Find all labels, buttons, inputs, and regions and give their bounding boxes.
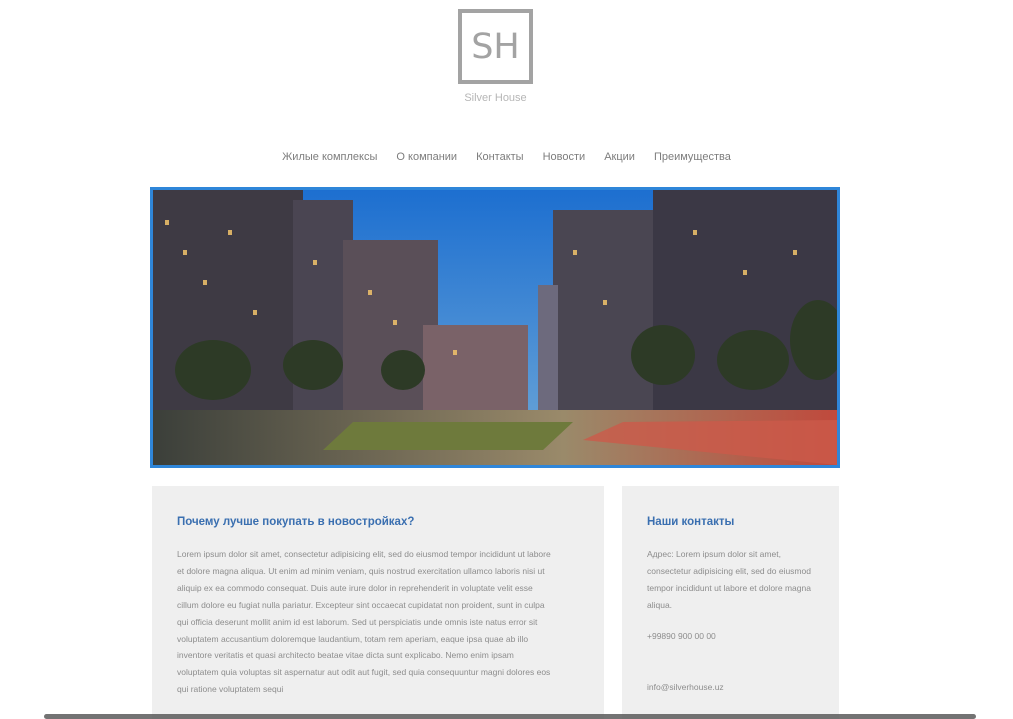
contacts-title: Наши контакты bbox=[647, 516, 735, 528]
card-body-text: Lorem ipsum dolor sit amet, consectetur … bbox=[177, 549, 551, 695]
horizontal-scrollbar[interactable] bbox=[44, 714, 976, 719]
nav-item-promotions[interactable]: Акции bbox=[604, 151, 635, 163]
night-residential-complex-image bbox=[153, 190, 837, 465]
logo-text: SH bbox=[471, 26, 520, 67]
logo[interactable]: SH bbox=[458, 9, 533, 84]
nav-item-advantages[interactable]: Преимущества bbox=[654, 151, 731, 163]
card-title: Почему лучше покупать в новостройках? bbox=[177, 516, 415, 528]
nav-item-contacts[interactable]: Контакты bbox=[476, 151, 524, 163]
nav-item-about[interactable]: О компании bbox=[396, 151, 457, 163]
contacts-card: Наши контакты Адрес: Lorem ipsum dolor s… bbox=[622, 486, 839, 719]
main-nav: Жилые комплексы О компании Контакты Ново… bbox=[0, 151, 1013, 163]
contacts-phone[interactable]: +99890 900 00 00 bbox=[647, 631, 716, 641]
contacts-email[interactable]: info@silverhouse.uz bbox=[647, 682, 724, 692]
hero-image[interactable] bbox=[150, 187, 840, 468]
nav-item-residential[interactable]: Жилые комплексы bbox=[282, 151, 377, 163]
contacts-address: Адрес: Lorem ipsum dolor sit amet, conse… bbox=[647, 549, 811, 610]
nav-item-news[interactable]: Новости bbox=[543, 151, 586, 163]
why-new-buildings-card: Почему лучше покупать в новостройках? Lo… bbox=[152, 486, 604, 719]
brand-name: Silver House bbox=[464, 92, 527, 104]
